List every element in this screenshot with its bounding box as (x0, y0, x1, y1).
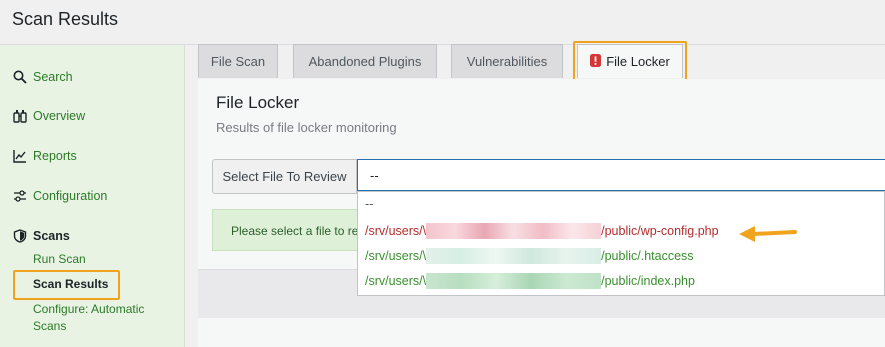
dropdown-option-htaccess[interactable]: /srv/users/\/public/.htaccess (365, 248, 694, 264)
shield-icon (12, 228, 27, 243)
redacted-path (426, 248, 602, 264)
search-icon (12, 69, 27, 84)
sidebar-subitem-configure-automatic-scans[interactable]: Configure: Automatic Scans (33, 301, 163, 335)
dropdown-option-index-php[interactable]: /srv/users/\/public/index.php (365, 273, 695, 289)
info-notice: Please select a file to review (212, 209, 360, 251)
sidebar-item-configuration[interactable]: Configuration (12, 188, 107, 203)
dropdown-option-none[interactable]: -- (365, 197, 373, 211)
redacted-path (426, 273, 602, 289)
scan-results-highlight (13, 270, 120, 300)
section-title: File Locker (216, 93, 300, 112)
binoculars-icon (12, 108, 27, 123)
chart-line-icon (12, 148, 27, 163)
sidebar-item-scans[interactable]: Scans (12, 228, 70, 243)
section-subtitle: Results of file locker monitoring (216, 120, 397, 135)
sliders-icon (12, 188, 27, 203)
select-file-label: Select File To Review (212, 159, 357, 194)
file-select[interactable]: -- (357, 159, 885, 191)
sidebar-subitem-run-scan[interactable]: Run Scan (33, 251, 86, 268)
top-bar: Scan Results (0, 0, 885, 45)
arrow-left-icon (739, 226, 797, 242)
tab-vulnerabilities[interactable]: Vulnerabilities (451, 44, 563, 78)
tab-file-scan[interactable]: File Scan (198, 44, 278, 78)
sidebar-item-reports[interactable]: Reports (12, 148, 77, 163)
sidebar-item-overview[interactable]: Overview (12, 108, 85, 123)
file-select-dropdown: -- /srv/users/\/public/wp-config.php /sr… (357, 191, 885, 296)
page-title: Scan Results (12, 9, 119, 29)
redacted-path (426, 223, 602, 239)
dropdown-option-wp-config[interactable]: /srv/users/\/public/wp-config.php (365, 223, 719, 239)
tab-abandoned-plugins[interactable]: Abandoned Plugins (293, 44, 437, 78)
sidebar-item-search[interactable]: Search (12, 69, 73, 84)
sidebar: Search Overview Reports Configuration Sc… (0, 45, 185, 347)
